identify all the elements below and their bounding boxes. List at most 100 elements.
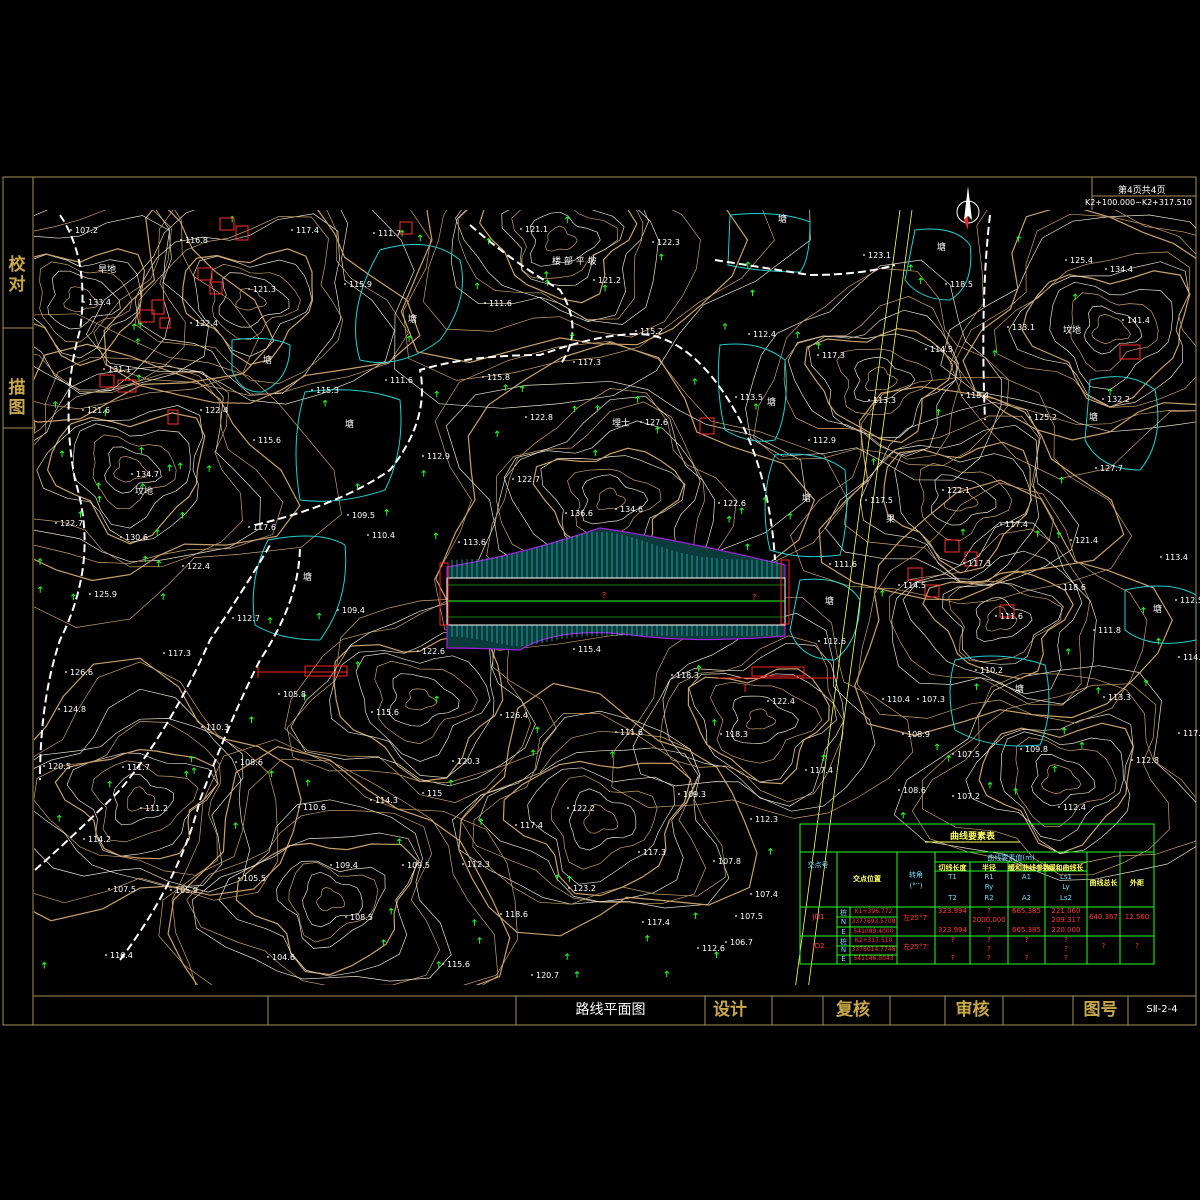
elevation-label: 114.5 bbox=[903, 581, 926, 590]
tree-symbol bbox=[534, 726, 540, 733]
map-annotation: 塘 bbox=[1015, 683, 1024, 695]
elevation-point bbox=[163, 652, 165, 654]
elevation-label: 122.1 bbox=[947, 486, 970, 495]
map-annotation: 埋士 bbox=[612, 417, 630, 429]
elevation-label: 118.6 bbox=[505, 910, 528, 919]
tree-symbol bbox=[406, 335, 412, 342]
elevation-point bbox=[458, 541, 460, 543]
tree-symbol bbox=[434, 695, 440, 703]
map-annotation: 塘 bbox=[778, 213, 787, 225]
elevation-label: 121.6 bbox=[87, 406, 110, 415]
design-label: 设计 bbox=[713, 1000, 747, 1020]
tree-symbol bbox=[908, 264, 914, 271]
elevation-label: 122.7 bbox=[517, 475, 540, 484]
tree-symbol bbox=[503, 384, 508, 391]
tree-symbol bbox=[1072, 293, 1078, 301]
elevation-point bbox=[1029, 416, 1031, 418]
elevation-point bbox=[952, 795, 954, 797]
contour-line bbox=[853, 356, 916, 402]
elevation-point bbox=[1065, 259, 1067, 261]
elevation-label: 107.3 bbox=[922, 695, 945, 704]
elevation-point bbox=[638, 851, 640, 853]
sub-r2: R2 bbox=[984, 894, 994, 902]
elevation-label: 115.2 bbox=[640, 327, 663, 336]
tree-symbol bbox=[269, 770, 274, 777]
elevation-label: 117.6 bbox=[253, 523, 276, 532]
tree-symbol bbox=[664, 970, 670, 978]
contour-line bbox=[1021, 270, 1191, 408]
row1-ls1: 221.060 bbox=[1051, 907, 1081, 915]
elevation-label: 112.6 bbox=[702, 944, 725, 953]
elevation-point bbox=[367, 534, 369, 536]
contour-line bbox=[1083, 305, 1143, 355]
elevation-point bbox=[373, 232, 375, 234]
elevation-point bbox=[725, 941, 727, 943]
elevation-point bbox=[945, 283, 947, 285]
elevation-point bbox=[868, 399, 870, 401]
sidebar-trace-label: 描图 bbox=[8, 378, 26, 418]
elevation-point bbox=[253, 439, 255, 441]
tree-symbol bbox=[316, 612, 322, 620]
drawing-no-label: 图号 bbox=[1083, 1000, 1118, 1020]
elevation-point bbox=[122, 766, 124, 768]
elevation-label: 107.2 bbox=[957, 792, 980, 801]
col-coord: 交点位置 bbox=[853, 875, 881, 883]
elevation-point bbox=[330, 864, 332, 866]
tree-symbol bbox=[322, 399, 328, 407]
elevation-point bbox=[882, 698, 884, 700]
row2-a2: ? bbox=[1024, 954, 1029, 962]
elevation-label: 113.6 bbox=[463, 538, 486, 547]
tree-symbol bbox=[70, 593, 76, 601]
elevation-label: 122.4 bbox=[195, 319, 218, 328]
elevation-label: 122.7 bbox=[60, 519, 83, 528]
elevation-label: 115.6 bbox=[258, 436, 281, 445]
contour-line bbox=[405, 688, 437, 711]
contour-line bbox=[316, 887, 346, 912]
contour-line bbox=[745, 259, 1003, 481]
tree-symbol bbox=[750, 289, 755, 297]
tree-symbol bbox=[960, 528, 966, 536]
tree-symbol bbox=[602, 284, 608, 292]
elevation-point bbox=[1175, 599, 1177, 601]
col-r: 半径 bbox=[982, 864, 996, 872]
elevation-label: 112.8 bbox=[1136, 756, 1159, 765]
contour-line bbox=[72, 423, 191, 529]
elevation-point bbox=[515, 824, 517, 826]
elevation-label: 110.3 bbox=[206, 723, 229, 732]
contour-line bbox=[1041, 764, 1082, 794]
row2-t2: ? bbox=[950, 954, 955, 962]
row2-ls2: ? bbox=[1064, 954, 1068, 962]
elevation-label: 122.2 bbox=[572, 804, 595, 813]
elevation-label: 130.6 bbox=[125, 533, 148, 542]
elevation-label: 105.5 bbox=[243, 874, 266, 883]
elevation-point bbox=[615, 731, 617, 733]
elevation-label: 109.4 bbox=[335, 861, 358, 870]
row1-ly: 209.317 bbox=[1051, 916, 1081, 924]
elevation-point bbox=[1103, 696, 1105, 698]
drawing-no: SⅡ-2-4 bbox=[1146, 1004, 1178, 1015]
elevation-label: 111.7 bbox=[127, 763, 150, 772]
row2-ly: ? bbox=[1064, 945, 1068, 953]
elevation-point bbox=[337, 609, 339, 611]
elevation-point bbox=[298, 806, 300, 808]
elevation-label: 115.8 bbox=[487, 373, 510, 382]
elevation-label: 123.2 bbox=[573, 884, 596, 893]
tree-symbol bbox=[107, 780, 113, 788]
tree-symbol bbox=[494, 430, 500, 438]
col-angle-unit: (°′″) bbox=[909, 882, 923, 890]
elevation-point bbox=[713, 860, 715, 862]
elevation-point bbox=[593, 279, 595, 281]
elevation-point bbox=[370, 799, 372, 801]
elevation-point bbox=[344, 283, 346, 285]
map-annotation: 塘 bbox=[345, 418, 354, 430]
row2-jd: JD2 bbox=[812, 942, 825, 950]
map-annotation: 坟地 bbox=[1063, 324, 1081, 336]
col-a: 缓和曲线参数 bbox=[1008, 864, 1050, 872]
row1-a2: 665.385 bbox=[1012, 926, 1041, 934]
elevation-point bbox=[975, 669, 977, 671]
elevation-label: 117.3 bbox=[578, 358, 601, 367]
elevation-point bbox=[201, 726, 203, 728]
contour-line bbox=[276, 860, 386, 949]
elevation-point bbox=[1131, 759, 1133, 761]
tree-symbol bbox=[131, 323, 137, 330]
